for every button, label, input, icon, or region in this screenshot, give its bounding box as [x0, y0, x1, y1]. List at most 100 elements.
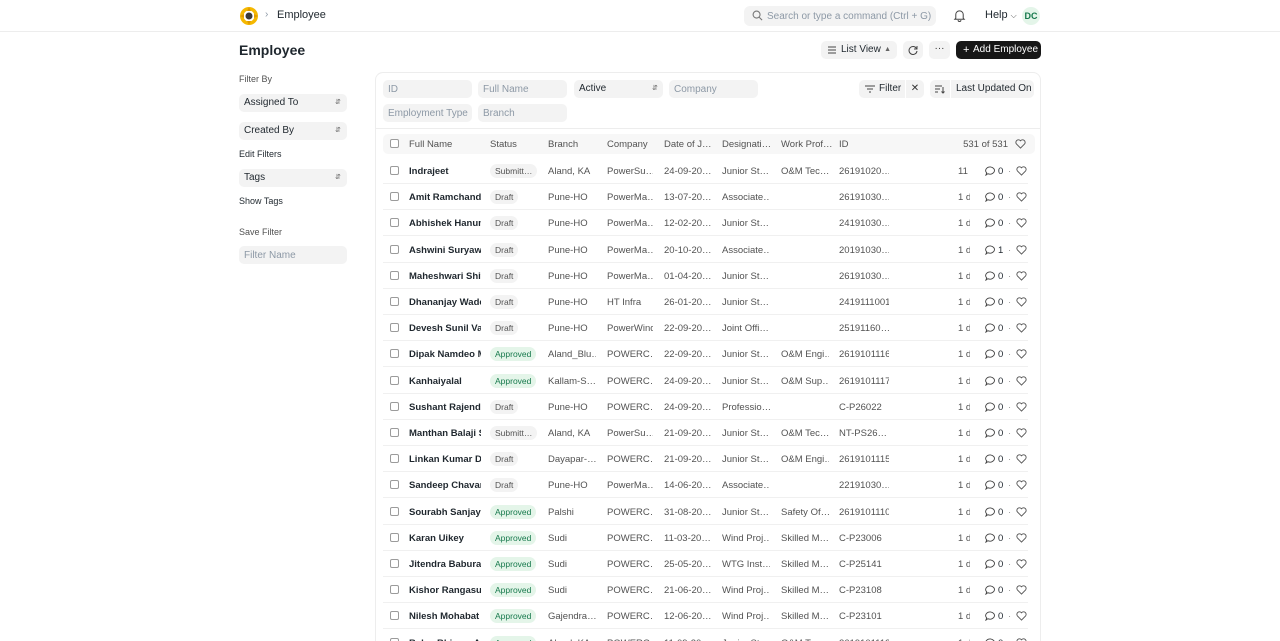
- heart-icon[interactable]: [1016, 506, 1027, 517]
- status-filter-select[interactable]: Active ⇵: [574, 80, 663, 98]
- col-designation[interactable]: Designati…: [722, 139, 771, 150]
- notification-bell-icon[interactable]: [953, 9, 966, 22]
- table-row[interactable]: Devesh Sunil Vai Draft Pune-HO PowerWind 22-…: [383, 315, 1028, 342]
- assigned-to-dropdown[interactable]: Assigned To ⇵: [239, 94, 347, 112]
- row-checkbox[interactable]: [390, 532, 399, 542]
- clear-filters-button[interactable]: ✕: [906, 80, 924, 98]
- heart-icon[interactable]: [1016, 585, 1027, 595]
- row-full-name[interactable]: Kanhaiyalal: [409, 376, 481, 387]
- heart-icon[interactable]: [1016, 428, 1027, 438]
- sort-order-button[interactable]: [930, 80, 950, 98]
- heart-icon[interactable]: [1016, 218, 1027, 229]
- tags-dropdown[interactable]: Tags ⇵: [239, 169, 347, 187]
- row-checkbox[interactable]: [390, 323, 399, 333]
- row-full-name[interactable]: Nilesh Mohabat T: [409, 611, 481, 622]
- refresh-button[interactable]: [903, 41, 923, 59]
- row-full-name[interactable]: Sandeep Chavan: [409, 480, 481, 491]
- created-by-dropdown[interactable]: Created By ⇵: [239, 122, 347, 140]
- heart-icon[interactable]: [1016, 454, 1027, 464]
- table-row[interactable]: Manthan Balaji Sh Submitt… Aland, KA PowerS…: [383, 420, 1028, 446]
- heart-icon[interactable]: [1016, 166, 1027, 176]
- col-date-of-joining[interactable]: Date of J…: [664, 139, 712, 150]
- row-full-name[interactable]: Devesh Sunil Vai: [409, 323, 481, 334]
- app-logo-icon[interactable]: [239, 6, 259, 26]
- table-row[interactable]: Dhananjay Wade Draft Pune-HO HT Infra 26-01-…: [383, 289, 1028, 315]
- table-row[interactable]: Sushant Rajendra Draft Pune-HO POWERC… 24-09…: [383, 394, 1028, 420]
- filter-name-input[interactable]: [239, 246, 347, 264]
- row-full-name[interactable]: Dhananjay Wade: [409, 297, 481, 308]
- heart-icon[interactable]: [1016, 559, 1027, 569]
- global-search[interactable]: [744, 6, 936, 26]
- heart-icon[interactable]: [1016, 323, 1027, 333]
- search-input[interactable]: [767, 6, 932, 26]
- heart-icon[interactable]: [1016, 375, 1027, 386]
- col-id[interactable]: ID: [839, 139, 849, 150]
- filter-button[interactable]: Filter: [859, 80, 905, 98]
- table-row[interactable]: Maheshwari Shiv Draft Pune-HO PowerMa… 01-04…: [383, 263, 1028, 289]
- table-row[interactable]: Jitendra Baburac Approved Sudi POWERC… 25-05…: [383, 551, 1028, 577]
- help-menu[interactable]: Help ⌵: [985, 9, 1017, 21]
- row-checkbox[interactable]: [390, 506, 399, 516]
- sort-by-select[interactable]: Last Updated On: [951, 80, 1034, 98]
- table-row[interactable]: Ashwini Suryawa Draft Pune-HO PowerMa… 20-10…: [383, 237, 1028, 263]
- show-tags-link[interactable]: Show Tags: [239, 196, 283, 206]
- row-full-name[interactable]: Manthan Balaji Sh: [409, 428, 481, 439]
- list-view-button[interactable]: List View ▲: [821, 41, 897, 59]
- table-row[interactable]: Kishor Rangasu S Approved Sudi POWERC… 21-06…: [383, 577, 1028, 604]
- row-checkbox[interactable]: [390, 218, 399, 228]
- user-avatar[interactable]: DC: [1022, 7, 1040, 25]
- heart-icon[interactable]: [1016, 611, 1027, 622]
- table-row[interactable]: Sourabh Sanjay I Approved Palshi POWERC… 31-…: [383, 499, 1028, 525]
- table-row[interactable]: Abhishek Hanum Draft Pune-HO PowerMa… 12-02-…: [383, 210, 1028, 237]
- col-branch[interactable]: Branch: [548, 139, 578, 150]
- more-actions-button[interactable]: ···: [929, 41, 950, 59]
- heart-icon[interactable]: [1016, 637, 1027, 641]
- heart-icon[interactable]: [1015, 139, 1026, 149]
- row-full-name[interactable]: Jitendra Baburac: [409, 559, 481, 570]
- row-full-name[interactable]: Linkan Kumar Da: [409, 454, 481, 465]
- heart-icon[interactable]: [1016, 297, 1027, 307]
- row-checkbox[interactable]: [390, 297, 399, 306]
- row-checkbox[interactable]: [390, 192, 399, 202]
- row-full-name[interactable]: Sushant Rajendra: [409, 402, 481, 413]
- row-full-name[interactable]: Ashwini Suryawa: [409, 245, 481, 256]
- row-checkbox[interactable]: [390, 480, 399, 490]
- table-row[interactable]: Indrajeet Submitt… Aland, KA PowerSu… 24-09-…: [383, 158, 1028, 184]
- heart-icon[interactable]: [1016, 533, 1027, 543]
- row-full-name[interactable]: Indrajeet: [409, 166, 481, 177]
- row-checkbox[interactable]: [390, 270, 399, 280]
- col-company[interactable]: Company: [607, 139, 648, 150]
- row-full-name[interactable]: Amit Ramchandr: [409, 192, 481, 203]
- row-full-name[interactable]: Sourabh Sanjay I: [409, 507, 481, 518]
- table-row[interactable]: Nilesh Mohabat T Approved Gajendra… POWERC……: [383, 603, 1028, 630]
- row-checkbox[interactable]: [390, 559, 399, 568]
- edit-filters-link[interactable]: Edit Filters: [239, 149, 282, 159]
- table-row[interactable]: Karan Uikey Approved Sudi POWERC… 11-03-20… W…: [383, 525, 1028, 551]
- row-checkbox[interactable]: [390, 375, 399, 385]
- row-checkbox[interactable]: [390, 244, 399, 254]
- row-checkbox[interactable]: [390, 637, 399, 641]
- col-full-name[interactable]: Full Name: [409, 139, 452, 150]
- row-checkbox[interactable]: [390, 454, 399, 464]
- row-full-name[interactable]: Kishor Rangasu S: [409, 585, 481, 596]
- row-full-name[interactable]: Abhishek Hanum: [409, 218, 481, 229]
- add-employee-button[interactable]: + Add Employee: [956, 41, 1041, 59]
- col-work-profile[interactable]: Work Prof…: [781, 139, 833, 150]
- table-row[interactable]: Dipak Namdeo M Approved Aland_Blu… POWERC… 2…: [383, 341, 1028, 368]
- row-checkbox[interactable]: [390, 428, 399, 437]
- table-row[interactable]: Kanhaiyalal Approved Kallam-S… POWERC… 24-09…: [383, 368, 1028, 394]
- row-checkbox[interactable]: [390, 611, 399, 621]
- id-filter-input[interactable]: [383, 80, 472, 98]
- breadcrumb-employee[interactable]: Employee: [277, 9, 326, 21]
- row-full-name[interactable]: Balaa Bhimsa A: [409, 638, 481, 641]
- table-row[interactable]: Linkan Kumar Da Draft Dayapar-… POWERC… 21-0…: [383, 446, 1028, 473]
- row-full-name[interactable]: Karan Uikey: [409, 533, 481, 544]
- row-checkbox[interactable]: [390, 401, 399, 411]
- heart-icon[interactable]: [1016, 349, 1027, 360]
- heart-icon[interactable]: [1016, 402, 1027, 412]
- row-checkbox[interactable]: [390, 349, 399, 359]
- row-checkbox[interactable]: [390, 166, 399, 175]
- employment-type-filter-input[interactable]: [383, 104, 472, 122]
- heart-icon[interactable]: [1016, 244, 1027, 255]
- heart-icon[interactable]: [1016, 480, 1027, 491]
